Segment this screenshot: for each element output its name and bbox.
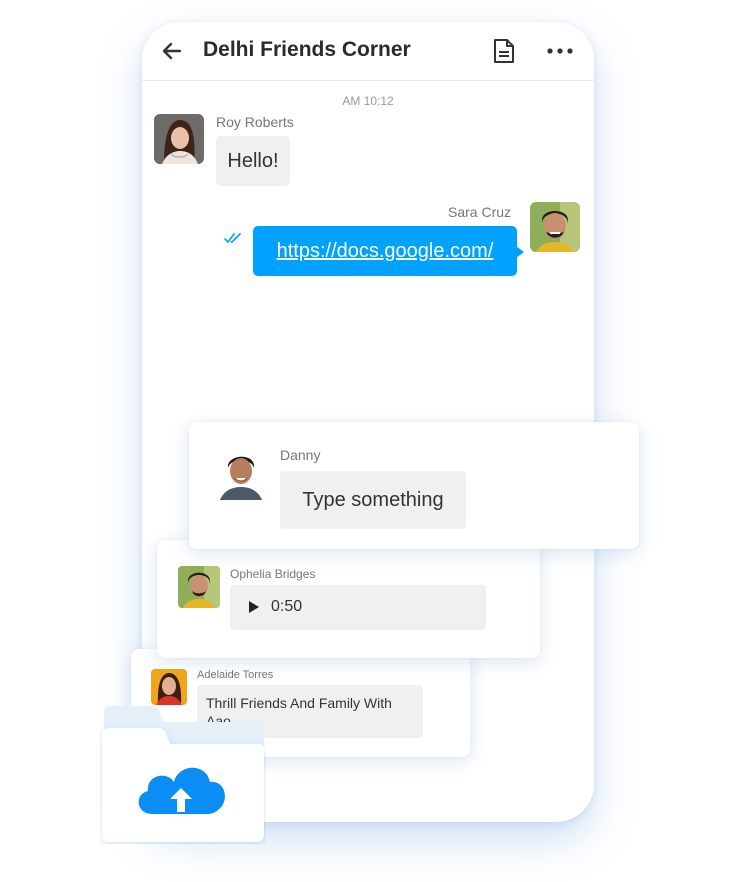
avatar[interactable]	[216, 448, 266, 500]
message-bubble: Type something	[280, 471, 466, 529]
chat-title: Delhi Friends Corner	[203, 38, 411, 61]
play-icon[interactable]	[248, 600, 260, 614]
avatar[interactable]	[530, 202, 580, 252]
sender-name: Adelaide Torres	[197, 669, 274, 681]
message-card: Ophelia Bridges 0:50	[157, 540, 540, 658]
arrow-left-icon[interactable]	[160, 39, 184, 63]
more-dots-icon[interactable]	[546, 47, 574, 55]
sender-name: Danny	[280, 447, 321, 463]
avatar[interactable]	[151, 669, 187, 705]
message-timestamp: AM 10:12	[342, 94, 394, 108]
message-card: Danny Type something	[189, 422, 639, 549]
message-bubble: Hello!	[216, 136, 290, 186]
cloud-upload-icon[interactable]	[100, 702, 266, 844]
sender-name: Ophelia Bridges	[230, 567, 316, 581]
chat-header: Delhi Friends Corner	[142, 22, 594, 81]
voice-message: 0:50	[230, 585, 486, 630]
avatar[interactable]	[154, 114, 204, 164]
document-icon[interactable]	[492, 38, 516, 64]
double-check-icon	[224, 233, 241, 243]
link-message[interactable]: https://docs.google.com/	[253, 226, 524, 276]
sender-name: Sara Cruz	[448, 204, 512, 220]
sender-name: Roy Roberts	[216, 114, 294, 130]
voice-duration: 0:50	[271, 598, 303, 615]
avatar[interactable]	[178, 566, 220, 608]
